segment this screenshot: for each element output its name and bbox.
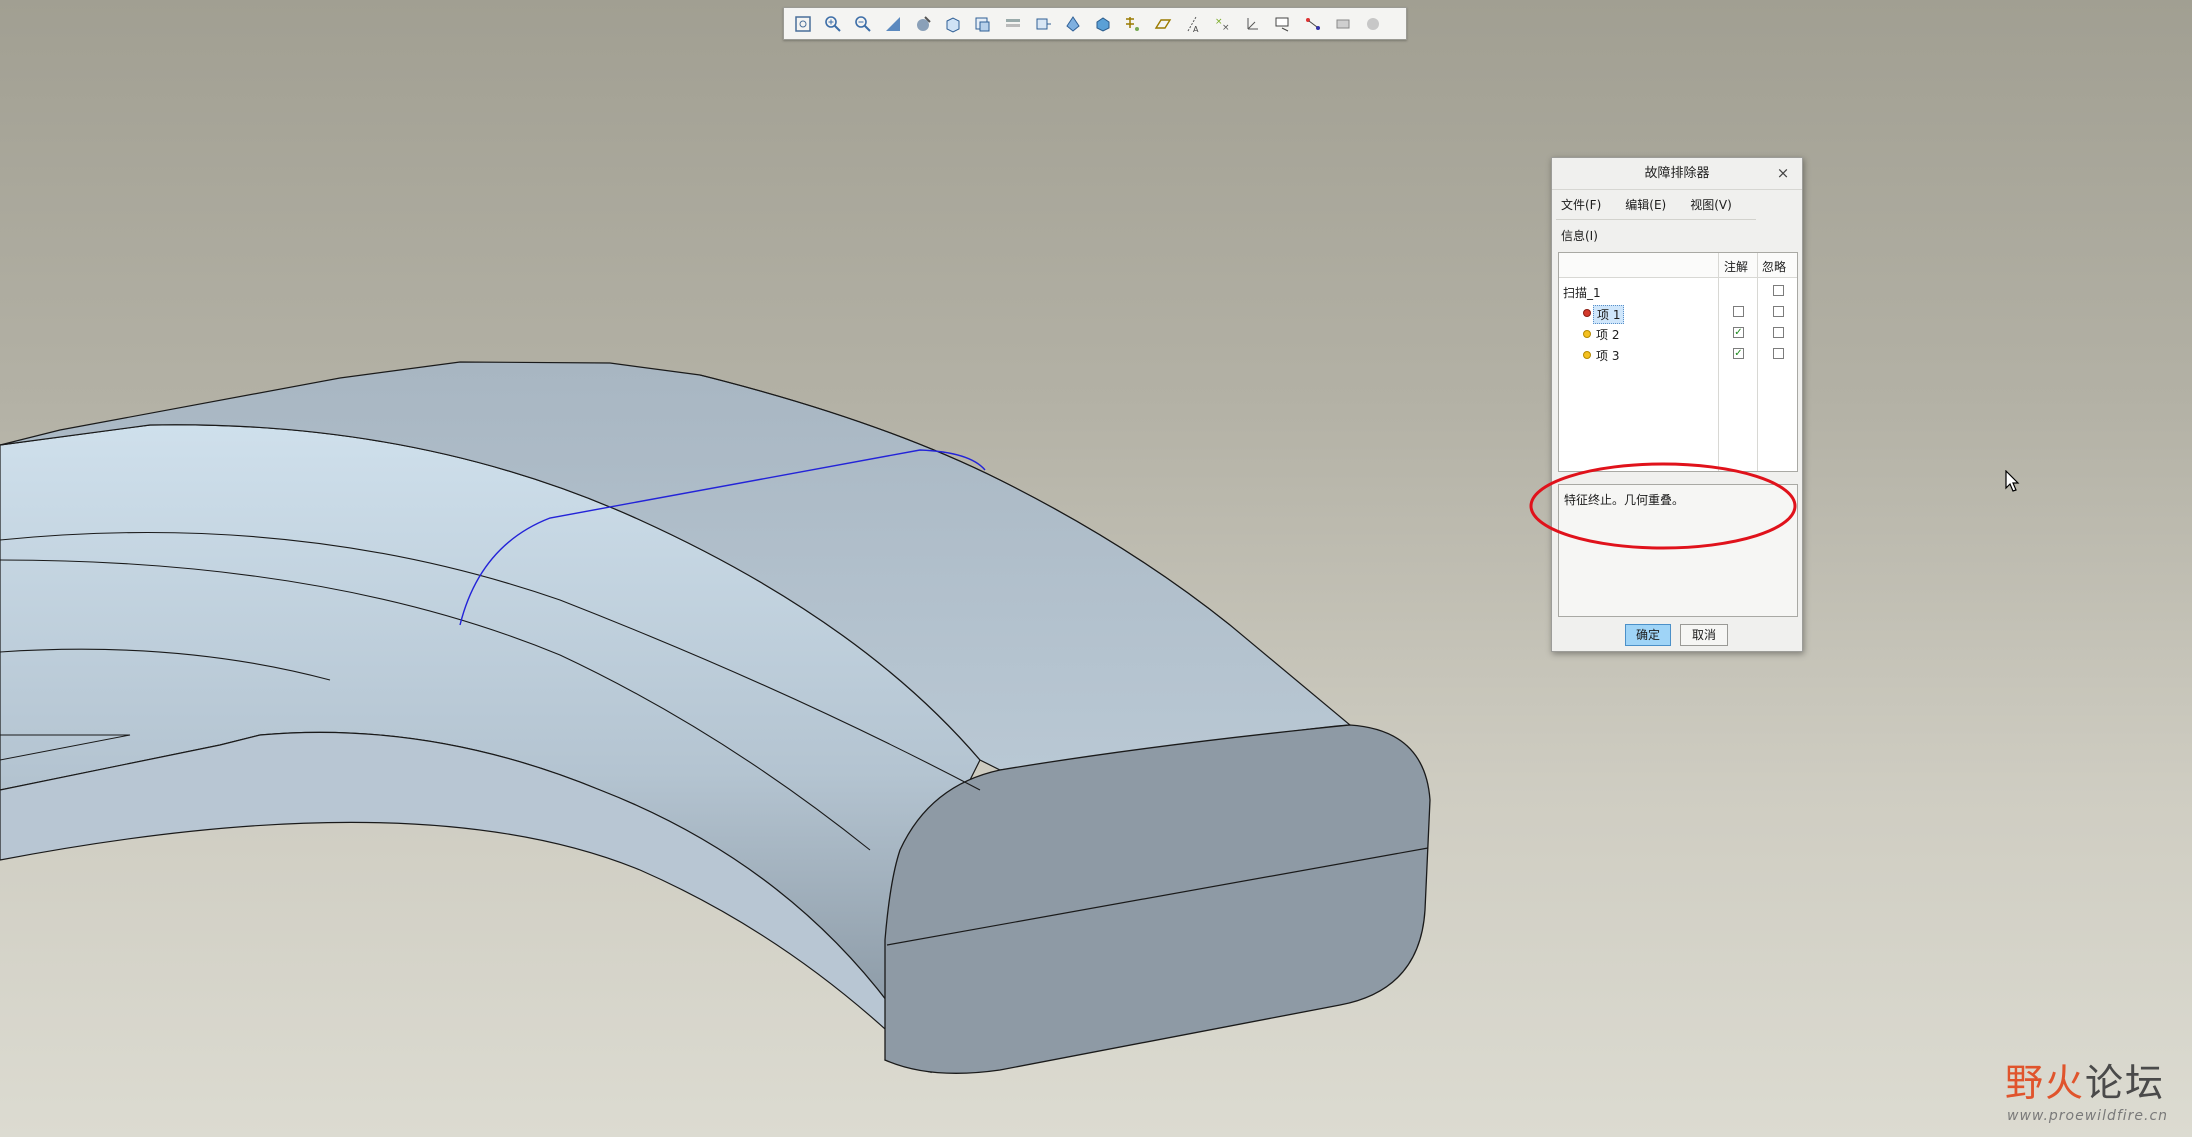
close-icon[interactable]: × <box>1774 164 1792 182</box>
tree-item-label[interactable]: 项 2 <box>1596 326 1619 343</box>
display-style-icon[interactable] <box>1090 11 1116 37</box>
refit-icon[interactable] <box>790 11 816 37</box>
plane-display-icon[interactable] <box>1150 11 1176 37</box>
ok-button[interactable]: 确定 <box>1625 624 1671 646</box>
tree-item-row[interactable]: 项 1 <box>1559 302 1797 324</box>
point-display-icon[interactable]: × × <box>1210 11 1236 37</box>
warning-status-icon <box>1583 330 1591 338</box>
help-icon[interactable] <box>1360 11 1386 37</box>
note-checkbox-2[interactable]: ✓ <box>1733 327 1744 338</box>
menu-file[interactable]: 文件(F) <box>1561 196 1601 213</box>
menu-view[interactable]: 视图(V) <box>1690 196 1732 213</box>
watermark-title-first: 野火 <box>2005 1061 2086 1105</box>
menu-info[interactable]: 信息(I) <box>1561 227 1598 244</box>
svg-text:A: A <box>1193 25 1199 34</box>
ignore-checkbox-1[interactable] <box>1773 306 1784 317</box>
dialog-menubar-2: 信息(I) <box>1561 227 1598 244</box>
annotation-display-icon[interactable] <box>1270 11 1296 37</box>
zoom-in-icon[interactable] <box>820 11 846 37</box>
datum-display-icon[interactable] <box>1120 11 1146 37</box>
tree-root-label: 扫描_1 <box>1563 286 1601 300</box>
tree-item-row[interactable]: 项 2 ✓ <box>1559 323 1797 344</box>
perspective-icon[interactable] <box>1330 11 1356 37</box>
ignore-checkbox-root[interactable] <box>1773 285 1784 296</box>
troubleshooter-dialog: 故障排除器 × 文件(F) 编辑(E) 视图(V) 信息(I) 注解 忽略 扫描… <box>1551 157 1803 652</box>
appearance-icon[interactable] <box>1060 11 1086 37</box>
csys-display-icon[interactable] <box>1240 11 1266 37</box>
menu-separator <box>1556 219 1756 220</box>
tree-root-row[interactable]: 扫描_1 <box>1559 281 1797 302</box>
menu-edit[interactable]: 编辑(E) <box>1625 196 1666 213</box>
column-note-header: 注解 <box>1724 260 1749 274</box>
view-manager-icon[interactable] <box>970 11 996 37</box>
layer-icon[interactable] <box>1000 11 1026 37</box>
note-checkbox-3[interactable]: ✓ <box>1733 348 1744 359</box>
watermark-url: www.proewildfire.cn <box>2007 1108 2169 1124</box>
watermark-logo: 野火论坛 www.proewildfire.cn <box>2005 1052 2185 1132</box>
tree-item-row[interactable]: 项 3 ✓ <box>1559 344 1797 365</box>
spin-icon[interactable] <box>1300 11 1326 37</box>
note-checkbox-1[interactable] <box>1733 306 1744 317</box>
svg-text:×: × <box>1222 23 1230 33</box>
warning-status-icon <box>1583 351 1591 359</box>
zoom-out-icon[interactable] <box>850 11 876 37</box>
tree-item-label[interactable]: 项 1 <box>1593 305 1625 324</box>
mouse-cursor-icon <box>2005 470 2020 492</box>
spin-center-icon[interactable] <box>1030 11 1056 37</box>
shading-style-icon[interactable] <box>910 11 936 37</box>
cancel-button[interactable]: 取消 <box>1680 624 1728 646</box>
ignore-checkbox-2[interactable] <box>1773 327 1784 338</box>
saved-orientations-icon[interactable] <box>940 11 966 37</box>
watermark-title: 野火论坛 <box>2005 1052 2165 1107</box>
highlight-ellipse <box>1529 462 1797 550</box>
model-viewport[interactable] <box>0 0 2192 1137</box>
graphics-toolbar: A × × <box>783 7 1407 40</box>
error-status-icon <box>1583 309 1591 317</box>
dialog-title: 故障排除器 <box>1552 158 1802 190</box>
tree-header: 注解 忽略 <box>1559 253 1797 278</box>
ignore-checkbox-3[interactable] <box>1773 348 1784 359</box>
watermark-title-rest: 论坛 <box>2085 1061 2166 1105</box>
problem-tree[interactable]: 注解 忽略 扫描_1 项 1 项 2 ✓ 项 3 ✓ <box>1558 252 1798 472</box>
column-ignore-header: 忽略 <box>1762 260 1787 274</box>
repaint-icon[interactable] <box>880 11 906 37</box>
dialog-menubar: 文件(F) 编辑(E) 视图(V) <box>1561 196 1732 213</box>
tree-item-label[interactable]: 项 3 <box>1596 347 1619 364</box>
axis-display-icon[interactable]: A <box>1180 11 1206 37</box>
